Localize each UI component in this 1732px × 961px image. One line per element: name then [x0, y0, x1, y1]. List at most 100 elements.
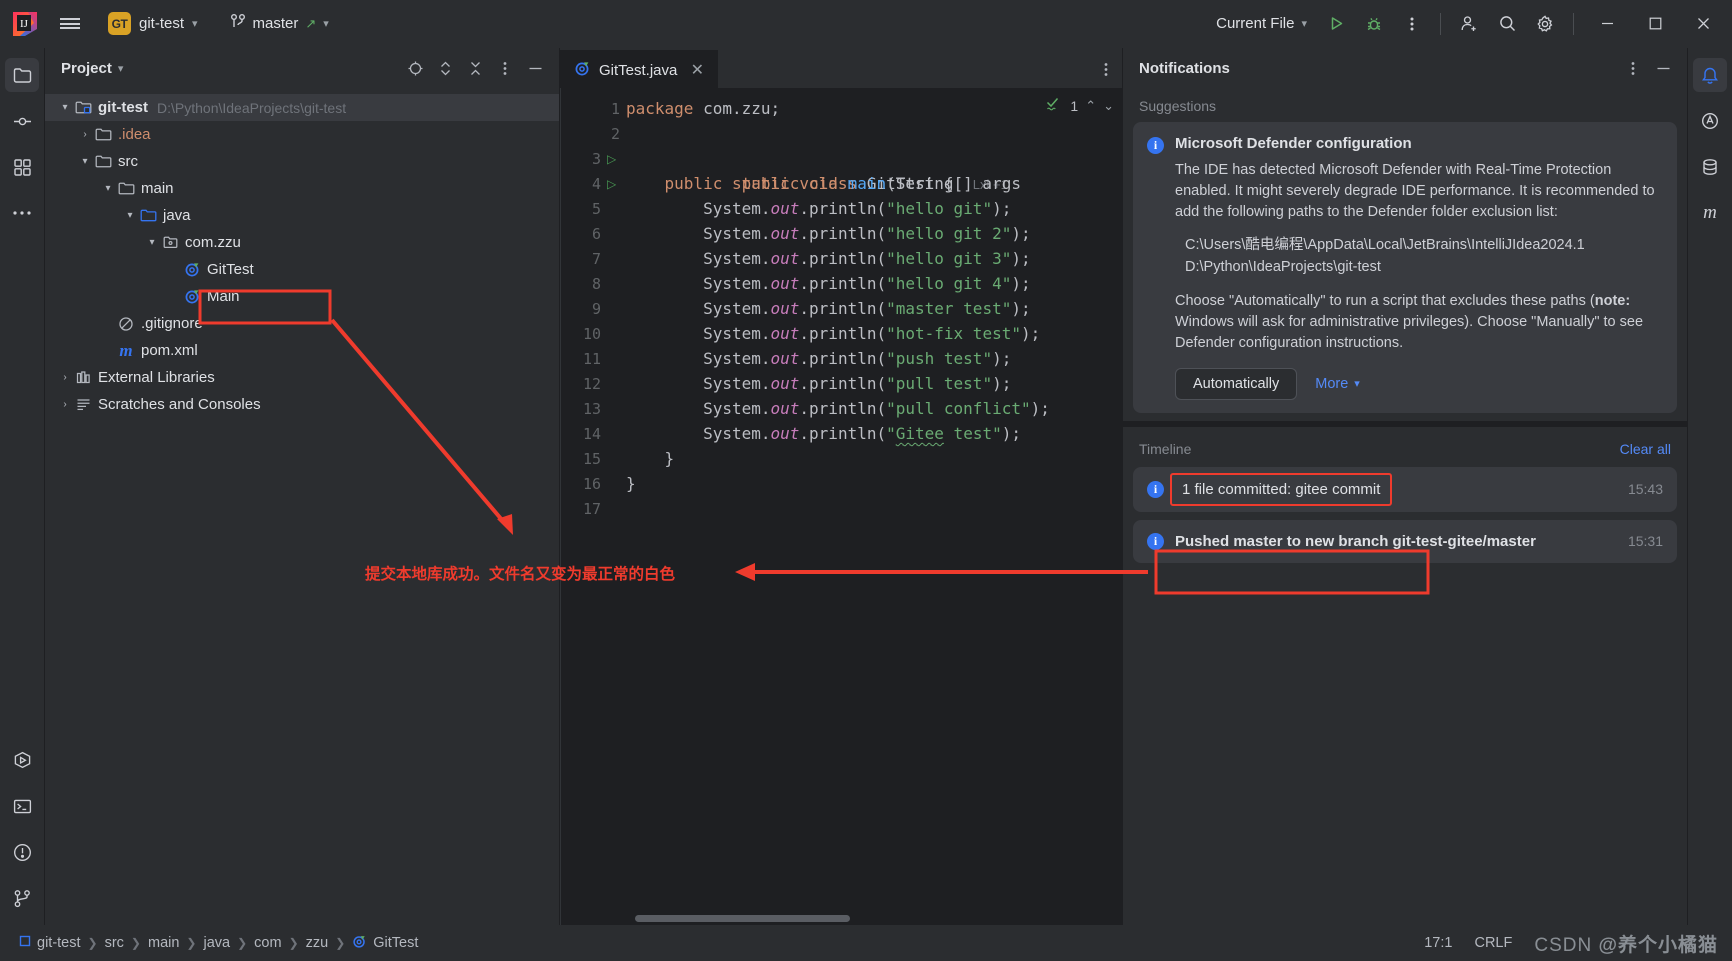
line-number: 1	[610, 99, 620, 118]
code-text: );	[1020, 324, 1041, 343]
close-button[interactable]	[1680, 0, 1726, 48]
chevron-up-icon[interactable]: ⌃	[1085, 98, 1096, 114]
options-icon[interactable]	[1619, 54, 1647, 82]
tree-row-gitignore[interactable]: .gitignore	[45, 310, 559, 337]
commit-tool-icon[interactable]	[5, 104, 39, 138]
collapse-all-icon[interactable]	[461, 54, 489, 82]
breadcrumb-separator: ❯	[237, 936, 248, 950]
breadcrumb-java[interactable]: java	[198, 933, 235, 953]
breadcrumb-com[interactable]: com	[249, 933, 286, 953]
chevron-right-icon[interactable]: ›	[57, 399, 73, 410]
code-field: out	[770, 249, 800, 268]
tree-row-external-libraries[interactable]: › External Libraries	[45, 364, 559, 391]
caret-position[interactable]: 17:1	[1424, 935, 1452, 951]
structure-tool-icon[interactable]	[5, 150, 39, 184]
tree-row-idea[interactable]: › .idea	[45, 121, 559, 148]
more-link[interactable]: More ▾	[1315, 376, 1360, 392]
tree-row-scratches[interactable]: › Scratches and Consoles	[45, 391, 559, 418]
project-tool-icon[interactable]	[5, 58, 39, 92]
expand-collapse-icon[interactable]	[431, 54, 459, 82]
chevron-down-icon[interactable]: ⌄	[1103, 98, 1114, 114]
options-icon[interactable]	[491, 54, 519, 82]
inspection-widget[interactable]: 1 ⌃ ⌄	[1046, 96, 1114, 115]
search-icon[interactable]	[1489, 6, 1525, 42]
terminal-tool-icon[interactable]	[5, 789, 39, 823]
editor-viewport[interactable]: 1 2 3 ▷ 4 ▷ 5 6 7 8 9 10 11 12 13 14 15 16	[560, 88, 1122, 925]
ai-assistant-tool-icon[interactable]	[1693, 104, 1727, 138]
breadcrumb-zzu[interactable]: zzu	[301, 933, 334, 953]
tree-row-pom-xml[interactable]: m pom.xml	[45, 337, 559, 364]
chevron-down-icon[interactable]: ▾	[57, 102, 73, 113]
project-widget[interactable]: GT git-test ▾	[100, 8, 206, 39]
chevron-down-icon[interactable]: ▾	[144, 237, 160, 248]
code-line: System.out.println("hello git 3");	[626, 246, 1122, 271]
editor-gutter[interactable]: 1 2 3 ▷ 4 ▷ 5 6 7 8 9 10 11 12 13 14 15 16	[560, 88, 626, 925]
chevron-right-icon[interactable]: ›	[57, 372, 73, 383]
tree-row-gittest[interactable]: GitTest	[45, 256, 559, 283]
debug-button[interactable]	[1356, 6, 1392, 42]
more-actions-button[interactable]	[1394, 6, 1430, 42]
maximize-button[interactable]	[1632, 0, 1678, 48]
maven-tool-icon[interactable]: m	[1693, 196, 1727, 230]
chevron-down-icon[interactable]: ▾	[100, 183, 116, 194]
close-icon[interactable]: ✕	[688, 61, 706, 79]
run-button[interactable]	[1318, 6, 1354, 42]
main-menu-button[interactable]	[52, 6, 88, 42]
clear-all-link[interactable]: Clear all	[1620, 441, 1671, 457]
branch-widget[interactable]: master ↗ ▾	[222, 9, 337, 38]
notification-card-defender[interactable]: i Microsoft Defender configuration The I…	[1133, 122, 1677, 413]
code-field: out	[770, 424, 800, 443]
watermark-site: CSDN	[1534, 934, 1599, 956]
breadcrumb-separator: ❯	[87, 936, 98, 950]
line-number: 8	[591, 274, 601, 293]
automatically-button[interactable]: Automatically	[1175, 367, 1298, 400]
run-gutter-icon[interactable]: ▷	[607, 152, 620, 166]
tree-row-com-zzu[interactable]: ▾ com.zzu	[45, 229, 559, 256]
breadcrumb-gittest[interactable]: GitTest	[347, 932, 423, 955]
minimize-button[interactable]	[1584, 0, 1630, 48]
notifications-tool-icon[interactable]	[1693, 58, 1727, 92]
editor-area: GitTest.java ✕ 1 2 3 ▷ 4 ▷ 5 6 7 8 9 10 …	[560, 48, 1122, 925]
line-number: 13	[582, 399, 601, 418]
editor-tab-gittest[interactable]: GitTest.java ✕	[560, 50, 719, 88]
code-text: .println(	[799, 374, 887, 393]
line-separator[interactable]: CRLF	[1474, 935, 1512, 951]
code-line: System.out.println("hot-fix test");	[626, 321, 1122, 346]
hide-panel-icon[interactable]	[1649, 54, 1677, 82]
code-content[interactable]: package com.zzu; public class GitTest { …	[626, 88, 1122, 925]
timeline-item-pushed[interactable]: i Pushed master to new branch git-test-g…	[1133, 519, 1677, 563]
tree-row-main[interactable]: ▾ main	[45, 175, 559, 202]
tree-row-git-test[interactable]: ▾ git-test D:\Python\IdeaProjects\git-te…	[45, 94, 559, 121]
problems-tool-icon[interactable]	[5, 835, 39, 869]
run-tool-icon[interactable]	[5, 743, 39, 777]
editor-horizontal-scrollbar[interactable]	[635, 915, 850, 922]
timeline-item-committed[interactable]: i 1 file committed: gitee commit 15:43	[1133, 466, 1677, 512]
java-class-icon	[182, 261, 202, 278]
select-opened-file-icon[interactable]	[401, 54, 429, 82]
chevron-down-icon[interactable]: ▾	[122, 210, 138, 221]
database-tool-icon[interactable]	[1693, 150, 1727, 184]
breadcrumb-git-test[interactable]: git-test	[14, 933, 86, 953]
breadcrumb-main[interactable]: main	[143, 933, 184, 953]
run-gutter-icon[interactable]: ▷	[607, 177, 620, 191]
code-line: }	[626, 446, 1122, 471]
tree-row-main-class[interactable]: Main	[45, 283, 559, 310]
run-configuration-selector[interactable]: Current File ▾	[1207, 10, 1316, 37]
editor-tab-options-icon[interactable]	[1090, 50, 1122, 88]
chevron-down-icon[interactable]: ▾	[77, 156, 93, 167]
chevron-down-icon[interactable]: ▾	[118, 62, 124, 75]
version-control-tool-icon[interactable]	[5, 881, 39, 915]
code-field: out	[770, 199, 800, 218]
hide-panel-icon[interactable]	[521, 54, 549, 82]
more-tool-icon[interactable]	[5, 196, 39, 230]
gear-icon[interactable]	[1527, 6, 1563, 42]
tree-row-src[interactable]: ▾ src	[45, 148, 559, 175]
run-config-label: Current File	[1216, 15, 1295, 32]
tree-row-java[interactable]: ▾ java	[45, 202, 559, 229]
breadcrumb-src[interactable]: src	[100, 933, 129, 953]
add-user-icon[interactable]	[1451, 6, 1487, 42]
code-string: "hello git 2"	[886, 224, 1012, 243]
code-line: System.out.println("Gitee test");	[626, 421, 1122, 446]
java-class-icon	[182, 288, 202, 305]
chevron-right-icon[interactable]: ›	[77, 129, 93, 140]
